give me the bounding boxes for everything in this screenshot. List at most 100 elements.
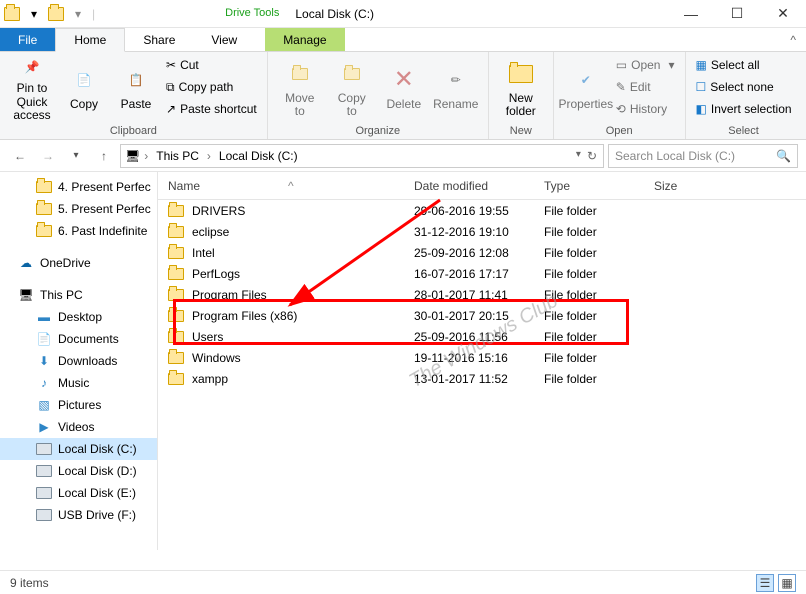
- rename-button[interactable]: ✏Rename: [430, 54, 482, 122]
- tree-drive-f[interactable]: USB Drive (F:): [0, 504, 157, 526]
- file-type: File folder: [544, 351, 654, 365]
- chevron-right-icon[interactable]: ›: [205, 149, 213, 163]
- properties-button[interactable]: ✔Properties: [560, 54, 612, 122]
- file-row[interactable]: DRIVERS29-06-2016 19:55File folder: [158, 200, 806, 221]
- paste-button[interactable]: 📋 Paste: [110, 54, 162, 122]
- tree-videos[interactable]: ▶Videos: [0, 416, 157, 438]
- breadcrumb[interactable]: 🖥 › This PC › Local Disk (C:) ▾ ↻: [120, 144, 604, 168]
- select-all-button[interactable]: ▦Select all: [692, 54, 796, 76]
- history-dropdown-icon[interactable]: ▾: [26, 6, 42, 22]
- history-button[interactable]: ⟲History: [612, 98, 679, 120]
- chevron-right-icon[interactable]: ›: [142, 149, 150, 163]
- back-button[interactable]: ←: [8, 144, 32, 168]
- invert-icon: ◧: [696, 102, 707, 116]
- window-title: Local Disk (C:): [295, 7, 374, 21]
- up-button[interactable]: ↑: [92, 144, 116, 168]
- file-row[interactable]: eclipse31-12-2016 19:10File folder: [158, 221, 806, 242]
- tree-pictures[interactable]: ▧Pictures: [0, 394, 157, 416]
- tree-onedrive[interactable]: ☁OneDrive: [0, 252, 157, 274]
- folder-icon: [168, 331, 184, 343]
- tree-item[interactable]: 5. Present Perfec: [0, 198, 157, 220]
- qat-overflow-icon[interactable]: ▾: [70, 6, 86, 22]
- move-to-icon: [284, 58, 316, 90]
- tree-desktop[interactable]: ▬Desktop: [0, 306, 157, 328]
- search-input[interactable]: Search Local Disk (C:) 🔍: [608, 144, 798, 168]
- properties-icon: ✔: [570, 64, 602, 96]
- tree-item[interactable]: 6. Past Indefinite: [0, 220, 157, 242]
- file-row[interactable]: Windows 19-11-2016 15:16File folder: [158, 347, 806, 368]
- tree-drive-e[interactable]: Local Disk (E:): [0, 482, 157, 504]
- forward-button[interactable]: →: [36, 144, 60, 168]
- tree-downloads[interactable]: ⬇Downloads: [0, 350, 157, 372]
- open-button[interactable]: ▭Open▾: [612, 54, 679, 76]
- file-row[interactable]: Program Files (x86)30-01-2017 20:15File …: [158, 305, 806, 326]
- tab-file[interactable]: File: [0, 28, 55, 51]
- select-none-button[interactable]: ☐Select none: [692, 76, 796, 98]
- large-icons-view-button[interactable]: ▦: [778, 574, 796, 592]
- folder-icon: [48, 6, 64, 22]
- tree-drive-d[interactable]: Local Disk (D:): [0, 460, 157, 482]
- group-label-open: Open: [560, 124, 679, 139]
- tab-view[interactable]: View: [193, 28, 255, 51]
- file-date: 13-01-2017 11:52: [414, 372, 544, 386]
- file-date: 25-09-2016 12:08: [414, 246, 544, 260]
- close-button[interactable]: ✕: [760, 0, 806, 28]
- refresh-button[interactable]: ↻: [587, 149, 597, 163]
- new-folder-icon: [505, 58, 537, 90]
- ribbon-collapse-icon[interactable]: ^: [780, 28, 806, 51]
- group-label-new: New: [495, 124, 547, 139]
- move-to-button[interactable]: Move to: [274, 54, 326, 122]
- tree-music[interactable]: ♪Music: [0, 372, 157, 394]
- tree-item[interactable]: 4. Present Perfec: [0, 176, 157, 198]
- tree-documents[interactable]: 📄Documents: [0, 328, 157, 350]
- column-headers[interactable]: Name^ Date modified Type Size: [158, 172, 806, 200]
- file-row[interactable]: xampp13-01-2017 11:52File folder: [158, 368, 806, 389]
- cut-button[interactable]: ✂Cut: [162, 54, 261, 76]
- desktop-icon: ▬: [36, 309, 52, 325]
- tab-share[interactable]: Share: [125, 28, 193, 51]
- file-date: 16-07-2016 17:17: [414, 267, 544, 281]
- invert-selection-button[interactable]: ◧Invert selection: [692, 98, 796, 120]
- delete-button[interactable]: ✕Delete: [378, 54, 430, 122]
- tree-this-pc[interactable]: 🖥This PC: [0, 284, 157, 306]
- path-icon: ⧉: [166, 80, 175, 95]
- paste-shortcut-button[interactable]: ↗Paste shortcut: [162, 98, 261, 120]
- navigation-pane[interactable]: 4. Present Perfec 5. Present Perfec 6. P…: [0, 172, 158, 550]
- file-date: 28-01-2017 11:41: [414, 288, 544, 302]
- file-row[interactable]: Users25-09-2016 11:56File folder: [158, 326, 806, 347]
- tab-home[interactable]: Home: [55, 28, 125, 52]
- copy-to-button[interactable]: Copy to: [326, 54, 378, 122]
- videos-icon: ▶: [36, 419, 52, 435]
- copy-path-button[interactable]: ⧉Copy path: [162, 76, 261, 98]
- file-row[interactable]: PerfLogs16-07-2016 17:17File folder: [158, 263, 806, 284]
- file-name: PerfLogs: [192, 267, 240, 281]
- delete-icon: ✕: [388, 64, 420, 96]
- details-view-button[interactable]: ☰: [756, 574, 774, 592]
- paste-icon: 📋: [120, 64, 152, 96]
- breadcrumb-c[interactable]: Local Disk (C:): [215, 149, 302, 163]
- file-name: Intel: [192, 246, 215, 260]
- tab-manage[interactable]: Manage: [265, 28, 344, 51]
- edit-button[interactable]: ✎Edit: [612, 76, 679, 98]
- file-row[interactable]: Intel25-09-2016 12:08File folder: [158, 242, 806, 263]
- pin-icon: 📌: [16, 54, 48, 80]
- breadcrumb-this-pc[interactable]: This PC: [152, 149, 203, 163]
- file-row[interactable]: Program Files28-01-2017 11:41File folder: [158, 284, 806, 305]
- copy-button[interactable]: 📄 Copy: [58, 54, 110, 122]
- dropdown-icon[interactable]: ▾: [576, 149, 581, 163]
- file-name: Windows: [192, 351, 241, 365]
- separator: |: [92, 7, 95, 21]
- folder-icon: [168, 310, 184, 322]
- recent-locations-button[interactable]: ▾: [64, 144, 88, 168]
- tree-drive-c[interactable]: Local Disk (C:): [0, 438, 157, 460]
- pin-to-quick-access-button[interactable]: 📌 Pin to Quick access: [6, 54, 58, 122]
- file-name: Program Files (x86): [192, 309, 297, 323]
- file-name: Users: [192, 330, 223, 344]
- select-none-icon: ☐: [696, 80, 707, 94]
- minimize-button[interactable]: —: [668, 0, 714, 28]
- file-date: 19-11-2016 15:16: [414, 351, 544, 365]
- new-folder-button[interactable]: New folder: [495, 54, 547, 122]
- file-list: Name^ Date modified Type Size DRIVERS29-…: [158, 172, 806, 550]
- maximize-button[interactable]: ☐: [714, 0, 760, 28]
- quick-access-toolbar: ▾ ▾ |: [4, 6, 95, 22]
